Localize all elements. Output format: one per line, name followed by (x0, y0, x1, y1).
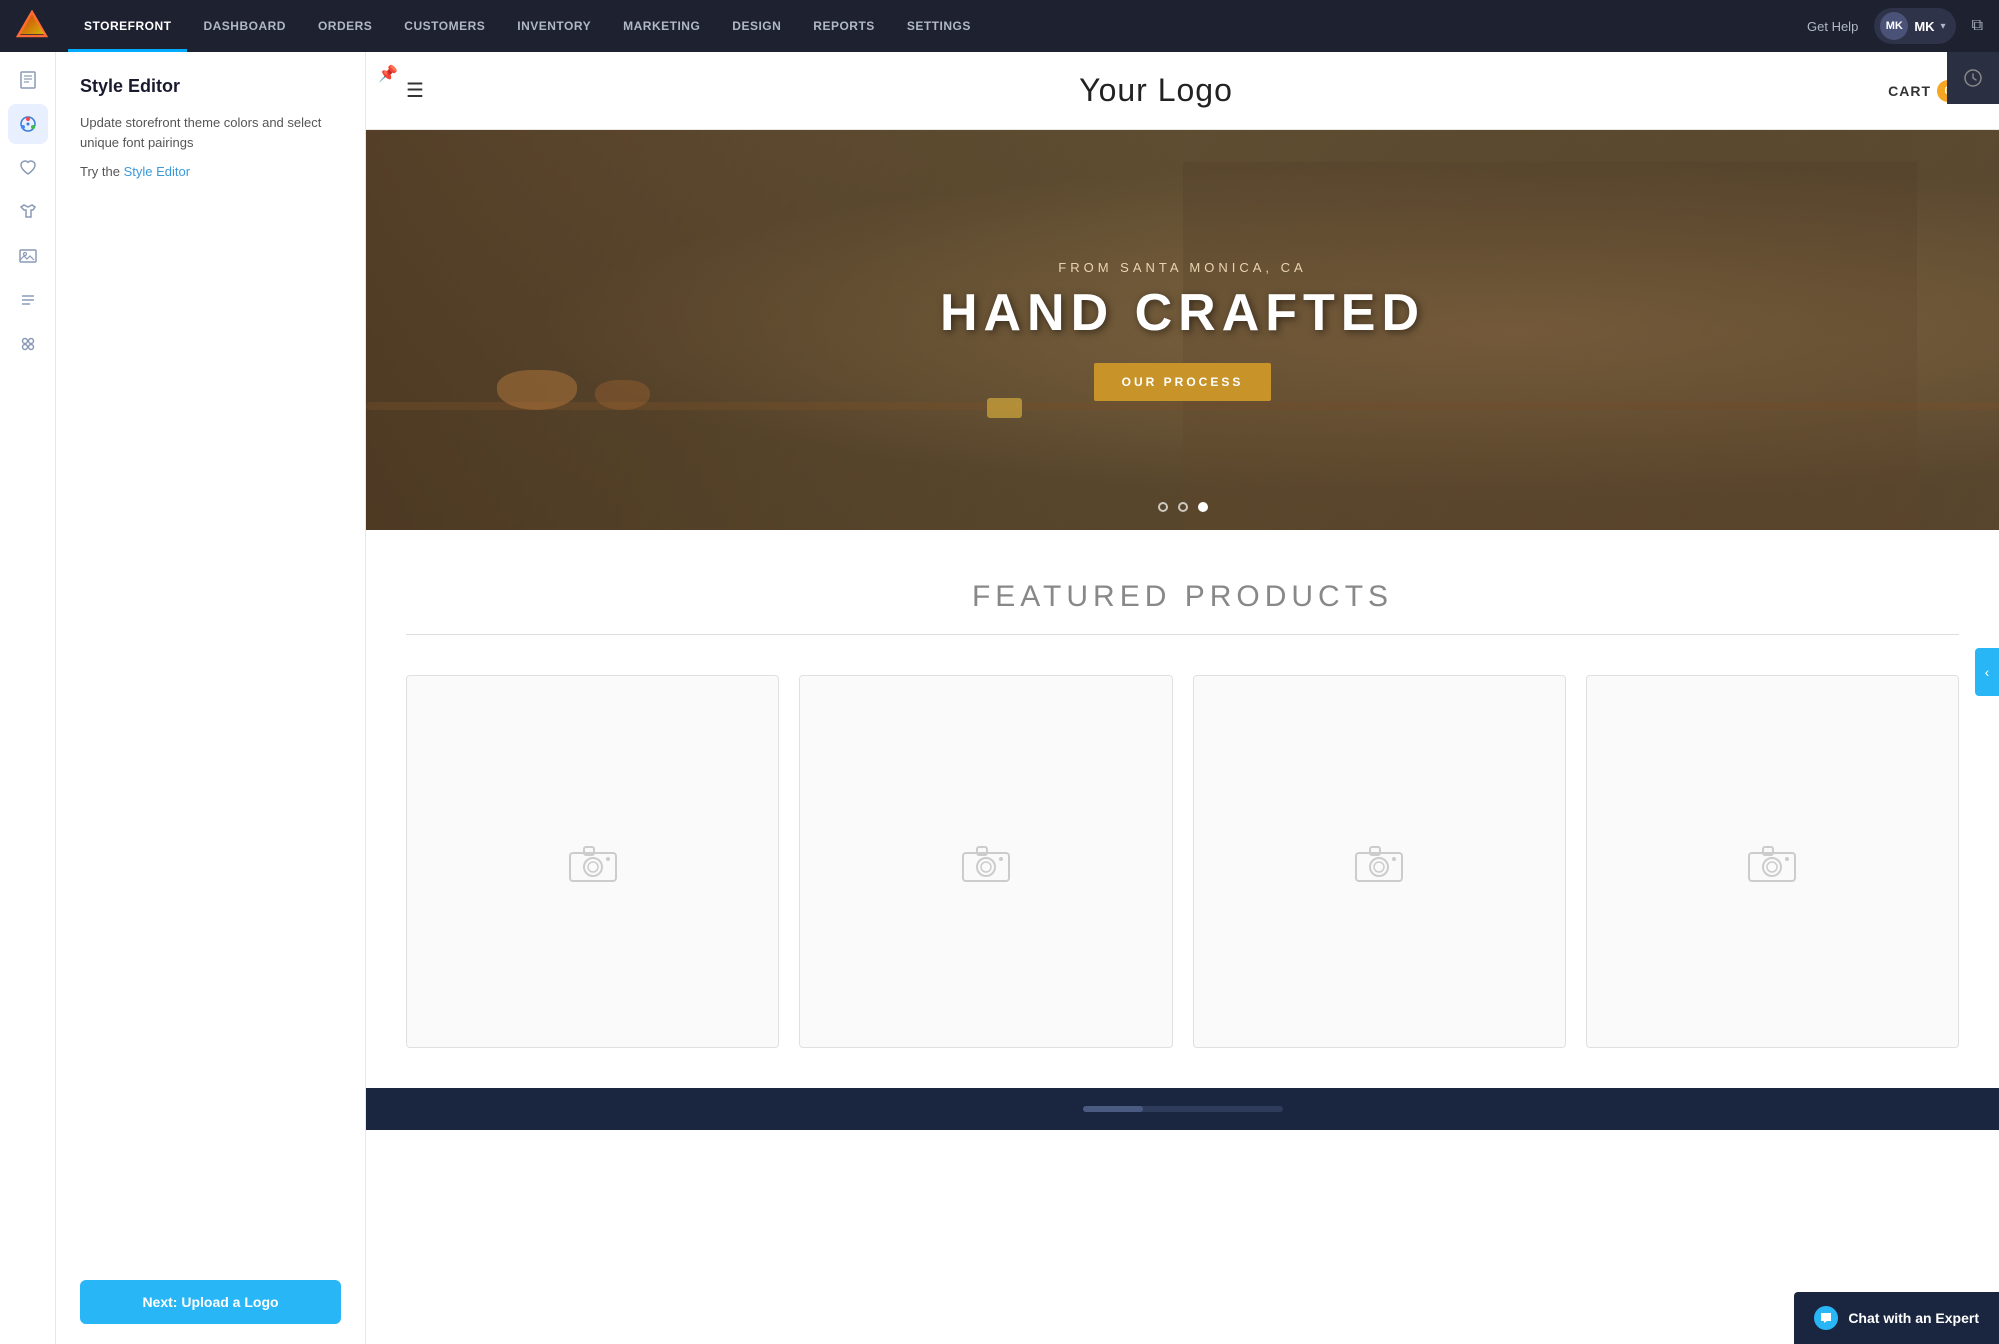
nav-items: STOREFRONT DASHBOARD ORDERS CUSTOMERS IN… (68, 0, 1807, 52)
store-footer-bar (366, 1088, 1999, 1130)
nav-inventory[interactable]: INVENTORY (501, 0, 607, 52)
product-placeholder-icon-4 (1747, 841, 1797, 883)
nav-customers[interactable]: CUSTOMERS (388, 0, 501, 52)
store-header: ☰ Your Logo CART 0 (366, 52, 1999, 130)
get-help-link[interactable]: Get Help (1807, 19, 1858, 34)
icon-sidebar (0, 52, 56, 1344)
storefront-preview: 📌 ☰ Your Logo CART 0 (366, 52, 1999, 1344)
main-layout: Style Editor Update storefront theme col… (0, 52, 1999, 1344)
product-placeholder-icon-1 (568, 841, 618, 883)
scroll-track (1083, 1106, 1283, 1112)
sidebar-tshirt-icon[interactable] (8, 192, 48, 232)
featured-title: FEATURED PRODUCTS (406, 580, 1959, 614)
hero-cta-button[interactable]: OUR PROCESS (1094, 363, 1272, 401)
section-divider (406, 634, 1959, 635)
product-card-4[interactable] (1586, 675, 1959, 1048)
pin-icon[interactable]: 📌 (378, 64, 398, 84)
hamburger-icon[interactable]: ☰ (406, 78, 424, 103)
user-menu[interactable]: MK MK ▾ (1874, 8, 1955, 44)
sidebar-image-icon[interactable] (8, 236, 48, 276)
nav-settings[interactable]: SETTINGS (891, 0, 987, 52)
user-avatar: MK (1880, 12, 1908, 40)
chat-bubble-icon (1814, 1306, 1838, 1330)
style-editor-panel: Style Editor Update storefront theme col… (56, 52, 366, 1344)
sidebar-style-icon[interactable] (8, 104, 48, 144)
products-grid (406, 675, 1959, 1048)
next-upload-logo-button[interactable]: Next: Upload a Logo (80, 1280, 341, 1324)
product-placeholder-icon-3 (1354, 841, 1404, 883)
nav-marketing[interactable]: MARKETING (607, 0, 716, 52)
style-editor-link[interactable]: Style Editor (124, 164, 190, 179)
hero-banner: FROM SANTA MONICA, CA HAND CRAFTED OUR P… (366, 130, 1999, 530)
nav-dashboard[interactable]: DASHBOARD (187, 0, 302, 52)
nav-reports[interactable]: REPORTS (797, 0, 891, 52)
store-logo: Your Logo (1079, 72, 1233, 109)
panel-try-text: Try the Style Editor (80, 164, 341, 179)
nav-design[interactable]: DESIGN (716, 0, 797, 52)
sidebar-pages-icon[interactable] (8, 60, 48, 100)
panel-description: Update storefront theme colors and selec… (80, 113, 341, 152)
nav-orders[interactable]: ORDERS (302, 0, 388, 52)
preview-area: 📌 ☰ Your Logo CART 0 (366, 52, 1999, 1344)
top-navigation: STOREFRONT DASHBOARD ORDERS CUSTOMERS IN… (0, 0, 1999, 52)
carousel-dot-3[interactable] (1198, 502, 1208, 512)
collapse-panel-button[interactable]: ‹ (1975, 648, 1999, 696)
user-initials-label: MK (1914, 19, 1934, 34)
external-link-icon[interactable]: ⧉ (1972, 17, 1983, 35)
nav-right-area: Get Help MK MK ▾ ⧉ (1807, 8, 1983, 44)
carousel-dots (1158, 502, 1208, 512)
carousel-dot-2[interactable] (1178, 502, 1188, 512)
product-card-3[interactable] (1193, 675, 1566, 1048)
sidebar-apps-icon[interactable] (8, 324, 48, 364)
product-card-2[interactable] (799, 675, 1172, 1048)
product-card-1[interactable] (406, 675, 779, 1048)
product-placeholder-icon-2 (961, 841, 1011, 883)
chat-with-expert-widget[interactable]: Chat with an Expert (1794, 1292, 1999, 1344)
panel-spacer (80, 179, 341, 1280)
featured-products-section: FEATURED PRODUCTS (366, 530, 1999, 1088)
carousel-dot-1[interactable] (1158, 502, 1168, 512)
hero-title: HAND CRAFTED (940, 283, 1425, 343)
sidebar-list-icon[interactable] (8, 280, 48, 320)
panel-title: Style Editor (80, 76, 341, 97)
chat-label: Chat with an Expert (1848, 1310, 1979, 1326)
nav-storefront[interactable]: STOREFRONT (68, 0, 187, 52)
cart-label: CART (1888, 83, 1931, 99)
sidebar-heart-icon[interactable] (8, 148, 48, 188)
hero-subtitle: FROM SANTA MONICA, CA (940, 260, 1425, 275)
scroll-thumb[interactable] (1083, 1106, 1143, 1112)
preview-toggle-button[interactable] (1947, 52, 1999, 104)
user-menu-chevron-icon: ▾ (1941, 21, 1946, 32)
hero-content: FROM SANTA MONICA, CA HAND CRAFTED OUR P… (940, 260, 1425, 401)
app-logo-icon[interactable] (16, 10, 48, 42)
